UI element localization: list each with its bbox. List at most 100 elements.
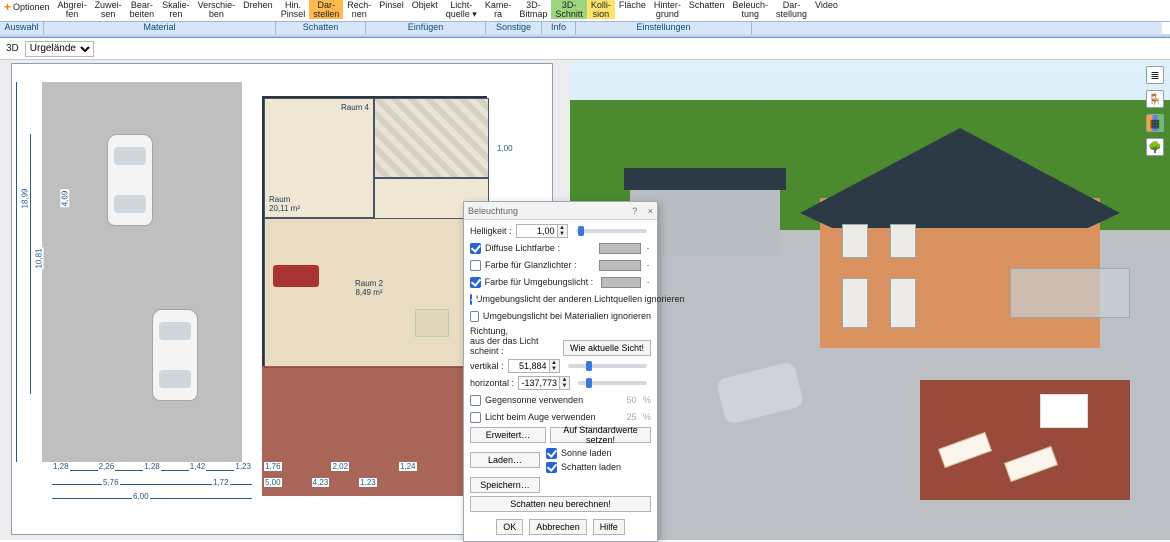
dim-terrace2-0: 5,00 xyxy=(264,478,282,487)
ribbon-item-12[interactable]: Kame- ra xyxy=(481,0,516,19)
dim-b2-1: 1,72 xyxy=(212,478,230,487)
vertical-slider[interactable] xyxy=(568,364,647,368)
lounger-icon xyxy=(938,432,992,468)
ribbon-group-4: Sonstige xyxy=(486,22,542,34)
dim-b2-0: 5,76 xyxy=(102,478,120,487)
ambient-color-swatch[interactable] xyxy=(601,277,641,288)
ribbon-item-21[interactable]: Video xyxy=(811,0,842,19)
ribbon-item-5[interactable]: Drehen xyxy=(239,0,277,19)
swatch-more-icon[interactable]: · xyxy=(645,243,651,253)
dim-bottom-2: 1,28 xyxy=(143,462,161,471)
balcony xyxy=(1010,268,1130,318)
ribbon: + Optionen Abgrei- fenZuwei- senBear- be… xyxy=(0,0,1170,22)
plants-icon[interactable]: 🌳 xyxy=(1146,138,1164,156)
vertical-spinner[interactable]: ▲▼ xyxy=(508,359,560,373)
swatch-more-icon[interactable]: · xyxy=(645,277,651,287)
ribbon-item-8[interactable]: Rech- nen xyxy=(343,0,375,19)
brightness-spinner[interactable]: ▲▼ xyxy=(516,224,568,238)
dim-line-b1 xyxy=(52,470,252,478)
recalc-shadows-button[interactable]: Schatten neu berechnen! xyxy=(470,496,651,512)
ignore-other-checkbox[interactable] xyxy=(470,294,472,305)
load-shadow-checkbox[interactable] xyxy=(546,462,557,473)
eyelight-checkbox[interactable] xyxy=(470,412,481,423)
help-button[interactable]: Hilfe xyxy=(593,519,625,535)
ribbon-item-15[interactable]: Kolli- sion xyxy=(587,0,615,19)
swatch-more-icon[interactable]: · xyxy=(645,260,651,270)
diffuse-checkbox[interactable] xyxy=(470,243,481,254)
diffuse-color-swatch[interactable] xyxy=(599,243,641,254)
ribbon-optionen[interactable]: + Optionen xyxy=(0,0,54,12)
specular-color-swatch[interactable] xyxy=(599,260,641,271)
spin-down-icon[interactable]: ▼ xyxy=(560,383,569,389)
room-living: Raum 2 8,49 m² xyxy=(264,218,489,368)
house-3d xyxy=(820,128,1100,348)
dim-left-2: 4,69 xyxy=(60,190,69,208)
brightness-input[interactable] xyxy=(517,225,557,237)
brightness-label: Helligkeit : xyxy=(470,226,512,236)
ribbon-group-5: Info xyxy=(542,22,576,34)
ribbon-item-9[interactable]: Pinsel xyxy=(375,0,408,19)
ribbon-item-2[interactable]: Bear- beiten xyxy=(126,0,159,19)
ribbon-item-13[interactable]: 3D- Bitmap xyxy=(515,0,551,19)
garage-roof xyxy=(624,168,786,190)
furniture-icon[interactable]: 🪑 xyxy=(1146,90,1164,108)
load-sun-checkbox[interactable] xyxy=(546,448,557,459)
ribbon-item-7[interactable]: Dar- stellen xyxy=(309,0,343,19)
ribbon-item-20[interactable]: Dar- stellung xyxy=(772,0,811,19)
ribbon-optionen-label: Optionen xyxy=(13,3,50,12)
materials-icon[interactable]: ▦ xyxy=(1146,114,1164,132)
cancel-button[interactable]: Abbrechen xyxy=(529,519,587,535)
room-3-area: 8,49 m² xyxy=(355,288,383,297)
advanced-button[interactable]: Erweitert… xyxy=(470,427,546,443)
lighting-dialog: Beleuchtung ? × Helligkeit : ▲▼ Diffuse … xyxy=(463,201,658,542)
help-icon[interactable]: ? xyxy=(632,206,637,216)
ribbon-item-14[interactable]: 3D- Schnitt xyxy=(551,0,587,19)
spin-down-icon[interactable]: ▼ xyxy=(550,366,559,372)
dim-bottom-0: 1,28 xyxy=(52,462,70,471)
ok-button[interactable]: OK xyxy=(496,519,523,535)
layer-select[interactable]: Urgelände xyxy=(25,41,94,57)
layers-icon[interactable]: ≣ xyxy=(1146,66,1164,84)
room-1-area: 20,11 m² xyxy=(269,204,300,213)
spin-down-icon[interactable]: ▼ xyxy=(558,231,567,237)
ribbon-item-6[interactable]: Hin. Pinsel xyxy=(277,0,310,19)
like-current-view-button[interactable]: Wie aktuelle Sicht! xyxy=(563,340,651,356)
load-button[interactable]: Laden… xyxy=(470,452,540,468)
countersun-checkbox[interactable] xyxy=(470,395,481,406)
horizontal-input[interactable] xyxy=(519,377,559,389)
horizontal-slider[interactable] xyxy=(578,381,647,385)
ribbon-group-3: Einfügen xyxy=(366,22,486,34)
dim-line-b3 xyxy=(52,498,252,506)
room-1-label: Raum xyxy=(269,195,300,204)
view3d-icon-strip: ≣ 🪑 ▦ 🌳 xyxy=(1146,66,1166,156)
horizontal-label: horizontal : xyxy=(470,378,514,388)
save-button[interactable]: Speichern… xyxy=(470,477,540,493)
ribbon-group-1: Material xyxy=(44,22,276,34)
ribbon-group-0: Auswahl xyxy=(0,22,44,34)
house-roof xyxy=(800,128,1120,228)
ribbon-item-11[interactable]: Licht- quelle ▾ xyxy=(442,0,481,19)
specular-checkbox[interactable] xyxy=(470,260,481,271)
ribbon-item-18[interactable]: Schatten xyxy=(685,0,729,19)
close-icon[interactable]: × xyxy=(648,206,653,216)
ambient-checkbox[interactable] xyxy=(470,277,481,288)
ribbon-item-16[interactable]: Fläche xyxy=(615,0,650,19)
ribbon-item-17[interactable]: Hinter- grund xyxy=(650,0,685,19)
horizontal-spinner[interactable]: ▲▼ xyxy=(518,376,570,390)
diffuse-label: Diffuse Lichtfarbe : xyxy=(485,243,560,253)
vertical-input[interactable] xyxy=(509,360,549,372)
room-3-label: Raum 2 xyxy=(355,279,383,288)
defaults-button[interactable]: Auf Standardwerte setzen! xyxy=(550,427,651,443)
ribbon-item-19[interactable]: Beleuch- tung xyxy=(728,0,772,19)
ribbon-item-10[interactable]: Objekt xyxy=(408,0,442,19)
ribbon-item-1[interactable]: Zuwei- sen xyxy=(91,0,126,19)
ignore-materials-checkbox[interactable] xyxy=(470,311,479,322)
terrace xyxy=(262,366,487,496)
brightness-slider[interactable] xyxy=(576,229,647,233)
ribbon-item-3[interactable]: Skalie- ren xyxy=(158,0,194,19)
dialog-titlebar[interactable]: Beleuchtung ? × xyxy=(464,202,657,220)
table-icon xyxy=(415,309,449,337)
ribbon-item-4[interactable]: Verschie- ben xyxy=(194,0,240,19)
window-icon xyxy=(890,278,916,328)
ribbon-item-0[interactable]: Abgrei- fen xyxy=(54,0,91,19)
